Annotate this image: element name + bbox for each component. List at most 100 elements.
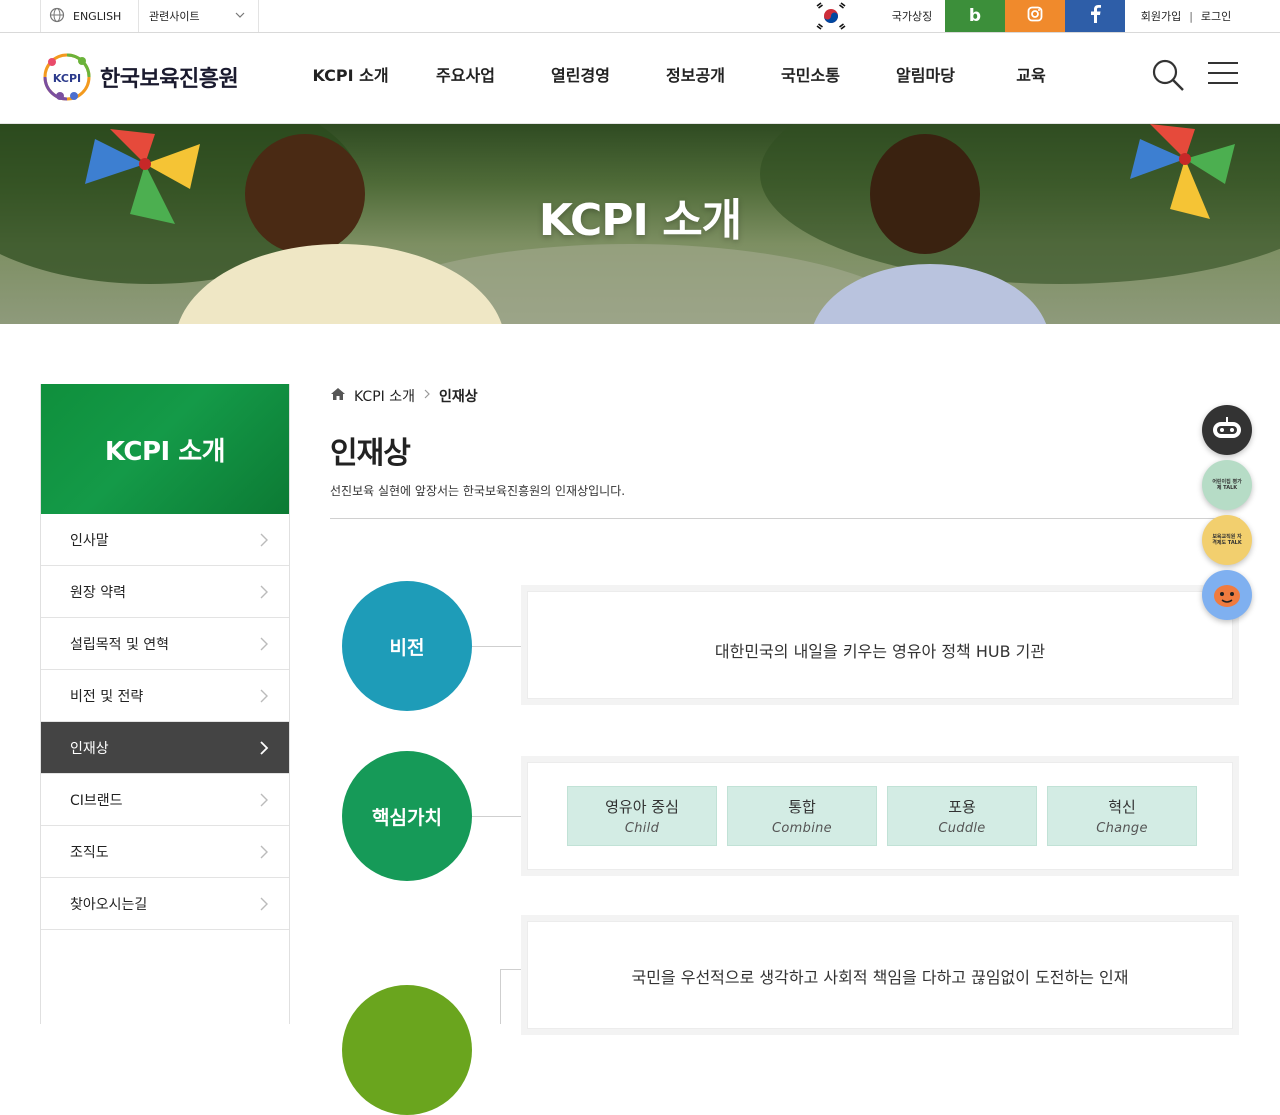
breadcrumb-parent[interactable]: KCPI 소개 — [354, 386, 415, 406]
chevron-right-icon — [259, 688, 269, 708]
breadcrumb: KCPI 소개 인재상 — [330, 386, 478, 406]
robot-icon — [1213, 417, 1241, 438]
hero-banner: KCPI 소개 — [0, 124, 1280, 324]
side-nav-item-president-profile[interactable]: 원장 약력 — [41, 566, 289, 618]
blog-link[interactable]: b — [945, 0, 1005, 32]
nav-item-notice[interactable]: 알림마당 — [861, 33, 990, 123]
connector-line — [472, 816, 521, 817]
side-nav-item-greeting[interactable]: 인사말 — [41, 514, 289, 566]
side-nav-item-label: 비전 및 전략 — [70, 688, 144, 705]
chevron-right-icon — [259, 584, 269, 604]
side-nav-item-talent[interactable]: 인재상 — [41, 722, 289, 774]
side-nav-item-organization[interactable]: 조직도 — [41, 826, 289, 878]
nav-item-public-communication[interactable]: 국민소통 — [760, 33, 861, 123]
core-value-ko: 혁신 — [1108, 798, 1136, 816]
side-nav-item-history[interactable]: 설립목적 및 연혁 — [41, 618, 289, 670]
nav-item-open-management[interactable]: 열린경영 — [530, 33, 631, 123]
side-nav: KCPI 소개 인사말 원장 약력 설립목적 및 연혁 비전 및 전략 인재상 … — [40, 384, 290, 1024]
nav-item-information-disclosure[interactable]: 정보공개 — [631, 33, 760, 123]
character-button[interactable] — [1202, 570, 1252, 620]
page-title: 인재상 — [330, 436, 411, 471]
svg-text:KCPI: KCPI — [53, 72, 81, 85]
chevron-right-icon — [259, 532, 269, 552]
divider — [330, 518, 1240, 519]
side-nav-item-directions[interactable]: 찾아오시는길 — [41, 878, 289, 930]
related-sites-label: 관련사이트 — [149, 10, 200, 23]
facebook-icon — [1089, 4, 1101, 28]
taegukgi-icon[interactable] — [808, 0, 854, 32]
page-description: 선진보육 실현에 앞장서는 한국보육진흥원의 인재상입니다. — [330, 484, 626, 498]
core-value-change: 혁신 Change — [1047, 786, 1197, 846]
vision-panel: 대한민국의 내일을 키우는 영유아 정책 HUB 기관 — [521, 585, 1239, 705]
connector-line — [500, 969, 521, 970]
connector-line — [472, 646, 521, 647]
utility-bar: ENGLISH 관련사이트 국가상징 b 회원가입 | 로그인 — [0, 0, 1280, 33]
blog-icon: b — [968, 6, 982, 26]
national-symbol-link[interactable]: 국가상징 — [880, 0, 944, 32]
certification-talk-label: 보육교직원 자격제도 TALK — [1212, 534, 1242, 546]
language-link[interactable]: ENGLISH — [40, 0, 139, 32]
home-icon[interactable] — [330, 387, 346, 405]
side-nav-item-ci-brand[interactable]: CI브랜드 — [41, 774, 289, 826]
chevron-right-icon — [259, 636, 269, 656]
site-header: KCPI 한국보육진흥원 KCPI 소개 주요사업 열린경영 정보공개 국민소통… — [0, 33, 1280, 124]
talent-circle — [342, 985, 472, 1115]
chevron-right-icon — [259, 740, 269, 760]
talent-panel: 국민을 우선적으로 생각하고 사회적 책임을 다하고 끊임없이 도전하는 인재 — [521, 915, 1239, 1035]
core-value-en: Cuddle — [938, 821, 986, 836]
chevron-right-icon — [259, 896, 269, 916]
chatbot-button[interactable] — [1202, 405, 1252, 455]
side-nav-item-label: 인사말 — [70, 532, 109, 549]
core-values-panel: 영유아 중심 Child 통합 Combine 포용 Cuddle 혁신 Cha… — [521, 756, 1239, 876]
breadcrumb-separator-icon — [423, 388, 431, 404]
site-logo[interactable]: KCPI 한국보육진흥원 — [40, 50, 239, 104]
breadcrumb-current: 인재상 — [438, 389, 478, 405]
nav-item-kcpi-intro[interactable]: KCPI 소개 — [300, 33, 401, 123]
core-values-circle: 핵심가치 — [342, 751, 472, 881]
member-links: 회원가입 | 로그인 — [1126, 0, 1246, 32]
connector-line — [500, 969, 501, 1024]
core-value-en: Combine — [772, 821, 832, 836]
search-icon[interactable] — [1150, 57, 1186, 93]
instagram-icon — [1027, 6, 1043, 26]
instagram-link[interactable] — [1005, 0, 1065, 32]
related-sites-select[interactable]: 관련사이트 — [139, 0, 259, 32]
vision-text: 대한민국의 내일을 키우는 영유아 정책 HUB 기관 — [714, 642, 1046, 661]
nav-item-education[interactable]: 교육 — [990, 33, 1072, 123]
talent-text: 국민을 우선적으로 생각하고 사회적 책임을 다하고 끊임없이 도전하는 인재 — [631, 968, 1129, 987]
evaluation-talk-button[interactable]: 어린이집 평가제 TALK — [1202, 460, 1252, 510]
side-nav-title: KCPI 소개 — [41, 384, 289, 514]
core-value-child: 영유아 중심 Child — [567, 786, 717, 846]
hero-title: KCPI 소개 — [538, 195, 742, 246]
logo-text: 한국보육진흥원 — [100, 67, 239, 92]
globe-icon — [49, 7, 65, 26]
side-nav-item-label: CI브랜드 — [70, 792, 123, 809]
mascot-icon — [1214, 585, 1240, 607]
side-nav-item-label: 찾아오시는길 — [70, 896, 148, 913]
chevron-right-icon — [259, 792, 269, 812]
side-nav-item-label: 조직도 — [70, 844, 109, 861]
core-value-ko: 통합 — [788, 798, 816, 816]
language-label: ENGLISH — [73, 9, 122, 23]
core-value-ko: 포용 — [948, 798, 976, 816]
side-nav-item-vision-strategy[interactable]: 비전 및 전략 — [41, 670, 289, 722]
vision-circle: 비전 — [342, 581, 472, 711]
side-nav-item-label: 인재상 — [70, 740, 109, 757]
nav-item-main-business[interactable]: 주요사업 — [401, 33, 530, 123]
core-value-combine: 통합 Combine — [727, 786, 877, 846]
member-separator: | — [1189, 9, 1193, 23]
core-value-ko: 영유아 중심 — [605, 798, 679, 816]
core-value-en: Child — [624, 821, 660, 836]
chevron-right-icon — [259, 844, 269, 864]
facebook-link[interactable] — [1065, 0, 1125, 32]
signup-link[interactable]: 회원가입 — [1141, 8, 1181, 24]
side-nav-item-label: 원장 약력 — [70, 584, 126, 601]
side-nav-item-label: 설립목적 및 연혁 — [70, 636, 170, 653]
logo-mark-icon: KCPI — [43, 53, 91, 101]
core-value-cuddle: 포용 Cuddle — [887, 786, 1037, 846]
chevron-down-icon — [234, 9, 246, 24]
evaluation-talk-label: 어린이집 평가제 TALK — [1212, 479, 1242, 491]
certification-talk-button[interactable]: 보육교직원 자격제도 TALK — [1202, 515, 1252, 565]
login-link[interactable]: 로그인 — [1201, 8, 1231, 24]
hamburger-menu-icon[interactable] — [1206, 59, 1240, 89]
